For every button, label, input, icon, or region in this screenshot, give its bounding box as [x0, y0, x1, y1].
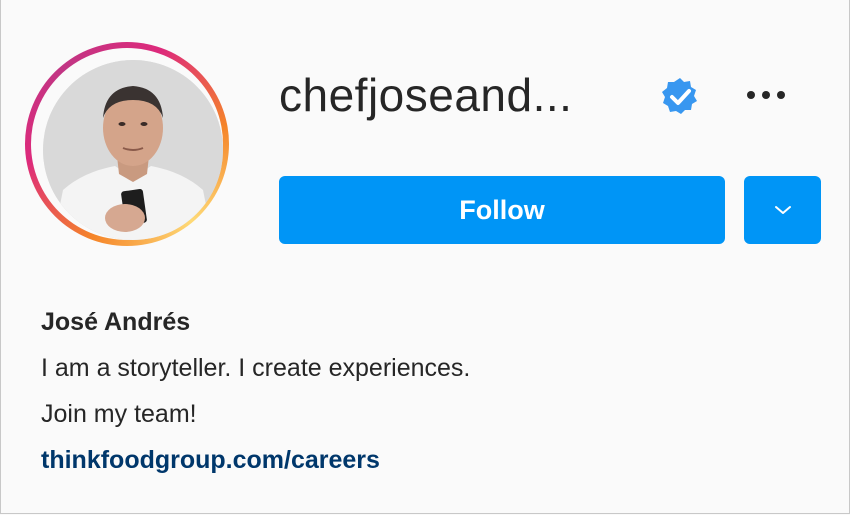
story-ring[interactable]: [25, 42, 229, 246]
bio-line: I am a storyteller. I create experiences…: [41, 354, 471, 382]
profile-link[interactable]: thinkfoodgroup.com/careers: [41, 446, 380, 475]
bio-line: Join my team!: [41, 400, 197, 428]
suggested-accounts-button[interactable]: [744, 176, 821, 244]
more-options-button[interactable]: [741, 82, 791, 108]
verified-badge-icon: [659, 76, 701, 118]
full-name: José Andrés: [41, 308, 191, 336]
avatar-photo: [43, 60, 223, 240]
avatar[interactable]: [43, 60, 223, 240]
avatar-gap: [31, 48, 223, 240]
more-options-icon: [747, 91, 785, 99]
username: chefjoseand...: [279, 69, 573, 121]
profile-header: chefjoseand... Follow José Andrés I am a…: [0, 0, 850, 514]
follow-button[interactable]: Follow: [279, 176, 725, 244]
chevron-down-icon: [774, 206, 791, 214]
